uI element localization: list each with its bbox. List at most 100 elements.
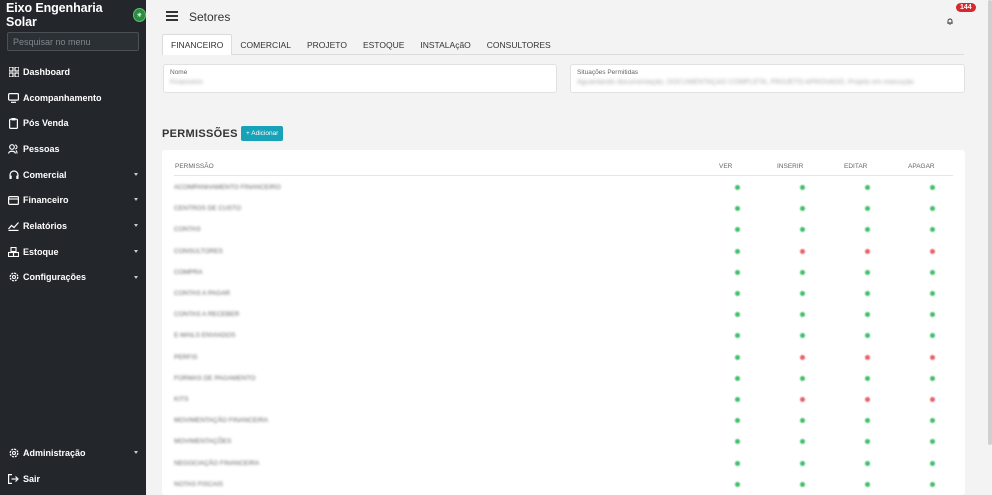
tab-projeto[interactable]: PROJETO	[299, 34, 355, 55]
permission-editar-toggle[interactable]	[865, 460, 870, 466]
permission-ver-toggle[interactable]	[735, 397, 740, 402]
sidebar-item-configuracoes[interactable]: Configurações	[0, 265, 146, 291]
permission-editar-toggle[interactable]	[865, 375, 870, 381]
situations-field[interactable]: Situações Permitidas Aguardando document…	[570, 64, 965, 93]
sidebar-item-financeiro[interactable]: Financeiro	[0, 187, 146, 213]
permission-inserir-toggle[interactable]	[800, 418, 805, 424]
permission-inserir-toggle[interactable]	[800, 269, 805, 275]
permission-inserir-toggle[interactable]	[800, 439, 805, 445]
permission-ver-toggle[interactable]	[735, 248, 740, 254]
permission-apagar-toggle[interactable]	[930, 375, 935, 381]
bell-icon[interactable]	[947, 12, 953, 25]
permission-editar-toggle[interactable]	[865, 418, 870, 424]
permission-apagar-toggle[interactable]	[930, 354, 935, 360]
page-scrollbar[interactable]	[988, 0, 992, 445]
permission-apagar-toggle[interactable]	[930, 333, 935, 339]
permission-inserir-toggle[interactable]	[800, 185, 805, 190]
table-row: PERFIS	[174, 347, 953, 368]
permission-editar-toggle[interactable]	[865, 227, 870, 233]
permission-ver-toggle[interactable]	[735, 354, 740, 360]
permission-name: KITS	[174, 396, 189, 403]
permission-inserir-toggle[interactable]	[800, 354, 805, 360]
permission-apagar-toggle[interactable]	[930, 418, 935, 424]
add-permission-button[interactable]: + Adicionar	[241, 126, 284, 141]
permission-ver-toggle[interactable]	[735, 375, 740, 381]
permission-editar-toggle[interactable]	[865, 269, 870, 275]
permission-editar-toggle[interactable]	[865, 291, 870, 296]
notification-badge[interactable]: 144	[956, 3, 976, 12]
sidebar-item-comercial[interactable]: Comercial	[0, 162, 146, 188]
table-row: NOTAS FISCAIS	[174, 474, 953, 495]
permission-editar-toggle[interactable]	[865, 185, 870, 190]
permission-name: ACOMPANHAMENTO FINANCEIRO	[174, 184, 281, 191]
table-row: CENTROS DE CUSTO	[174, 198, 953, 219]
permission-apagar-toggle[interactable]	[930, 397, 935, 402]
name-value: Financeiro	[170, 79, 203, 86]
tab-consultores[interactable]: CONSULTORES	[479, 34, 559, 55]
table-row: MOVIMENTAÇÕES	[174, 431, 953, 452]
brand[interactable]: Eixo Engenharia Solar ☀	[0, 0, 146, 30]
permission-inserir-toggle[interactable]	[800, 206, 805, 212]
permission-ver-toggle[interactable]	[735, 333, 740, 339]
permission-ver-toggle[interactable]	[735, 291, 740, 296]
permission-editar-toggle[interactable]	[865, 312, 870, 318]
permission-ver-toggle[interactable]	[735, 418, 740, 424]
tab-comercial[interactable]: COMERCIAL	[232, 34, 299, 55]
permission-name: MOVIMENTAÇÃO FINANCEIRA	[174, 417, 269, 425]
menu-toggle-icon[interactable]	[166, 11, 178, 21]
permission-ver-toggle[interactable]	[735, 312, 740, 318]
permission-apagar-toggle[interactable]	[930, 481, 935, 487]
permission-editar-toggle[interactable]	[865, 206, 870, 212]
sidebar-item-label: Administração	[23, 447, 86, 458]
permission-apagar-toggle[interactable]	[930, 460, 935, 466]
permission-editar-toggle[interactable]	[865, 333, 870, 339]
permission-apagar-toggle[interactable]	[930, 206, 935, 212]
sidebar-item-dashboard[interactable]: Dashboard	[0, 59, 146, 85]
permission-inserir-toggle[interactable]	[800, 227, 805, 233]
sidebar-item-acompanhamento[interactable]: Acompanhamento	[0, 85, 146, 111]
brand-logo-icon: ☀	[132, 8, 146, 22]
permission-apagar-toggle[interactable]	[930, 227, 935, 233]
permission-inserir-toggle[interactable]	[800, 481, 805, 487]
permission-apagar-toggle[interactable]	[930, 185, 935, 190]
sidebar-item-estoque[interactable]: Estoque	[0, 239, 146, 265]
tab-instalacao[interactable]: INSTALAçãO	[412, 34, 478, 55]
permission-ver-toggle[interactable]	[735, 439, 740, 445]
chevron-down-icon	[134, 249, 138, 253]
menu-search-input[interactable]: Pesquisar no menu	[7, 32, 139, 51]
permission-inserir-toggle[interactable]	[800, 375, 805, 381]
name-field[interactable]: Nome Financeiro	[163, 64, 557, 93]
tab-financeiro[interactable]: FINANCEIRO	[162, 34, 233, 55]
permission-inserir-toggle[interactable]	[800, 312, 805, 318]
permission-editar-toggle[interactable]	[865, 248, 870, 254]
permission-apagar-toggle[interactable]	[930, 291, 935, 296]
permission-ver-toggle[interactable]	[735, 481, 740, 487]
permission-inserir-toggle[interactable]	[800, 291, 805, 296]
permission-editar-toggle[interactable]	[865, 397, 870, 402]
tab-estoque[interactable]: ESTOQUE	[355, 34, 412, 55]
permission-editar-toggle[interactable]	[865, 481, 870, 487]
permission-ver-toggle[interactable]	[735, 185, 740, 190]
permission-editar-toggle[interactable]	[865, 439, 870, 445]
permission-inserir-toggle[interactable]	[800, 333, 805, 339]
boxes-icon	[8, 246, 19, 257]
permission-apagar-toggle[interactable]	[930, 312, 935, 318]
permission-name: MOVIMENTAÇÕES	[174, 438, 232, 446]
permission-editar-toggle[interactable]	[865, 354, 870, 360]
permission-ver-toggle[interactable]	[735, 460, 740, 466]
sidebar-item-pessoas[interactable]: Pessoas	[0, 136, 146, 162]
permission-ver-toggle[interactable]	[735, 206, 740, 212]
permission-inserir-toggle[interactable]	[800, 397, 805, 402]
monitor-icon	[8, 92, 19, 103]
permission-inserir-toggle[interactable]	[800, 248, 805, 254]
permission-apagar-toggle[interactable]	[930, 439, 935, 445]
permission-apagar-toggle[interactable]	[930, 269, 935, 275]
sidebar-item-pos-venda[interactable]: Pós Venda	[0, 110, 146, 136]
sidebar-item-relatorios[interactable]: Relatórios	[0, 213, 146, 239]
permission-apagar-toggle[interactable]	[930, 248, 935, 254]
permission-inserir-toggle[interactable]	[800, 460, 805, 466]
sidebar-item-administracao[interactable]: Administração	[0, 440, 146, 466]
sidebar-item-sair[interactable]: Sair	[0, 466, 146, 492]
permission-ver-toggle[interactable]	[735, 269, 740, 275]
permission-ver-toggle[interactable]	[735, 227, 740, 233]
